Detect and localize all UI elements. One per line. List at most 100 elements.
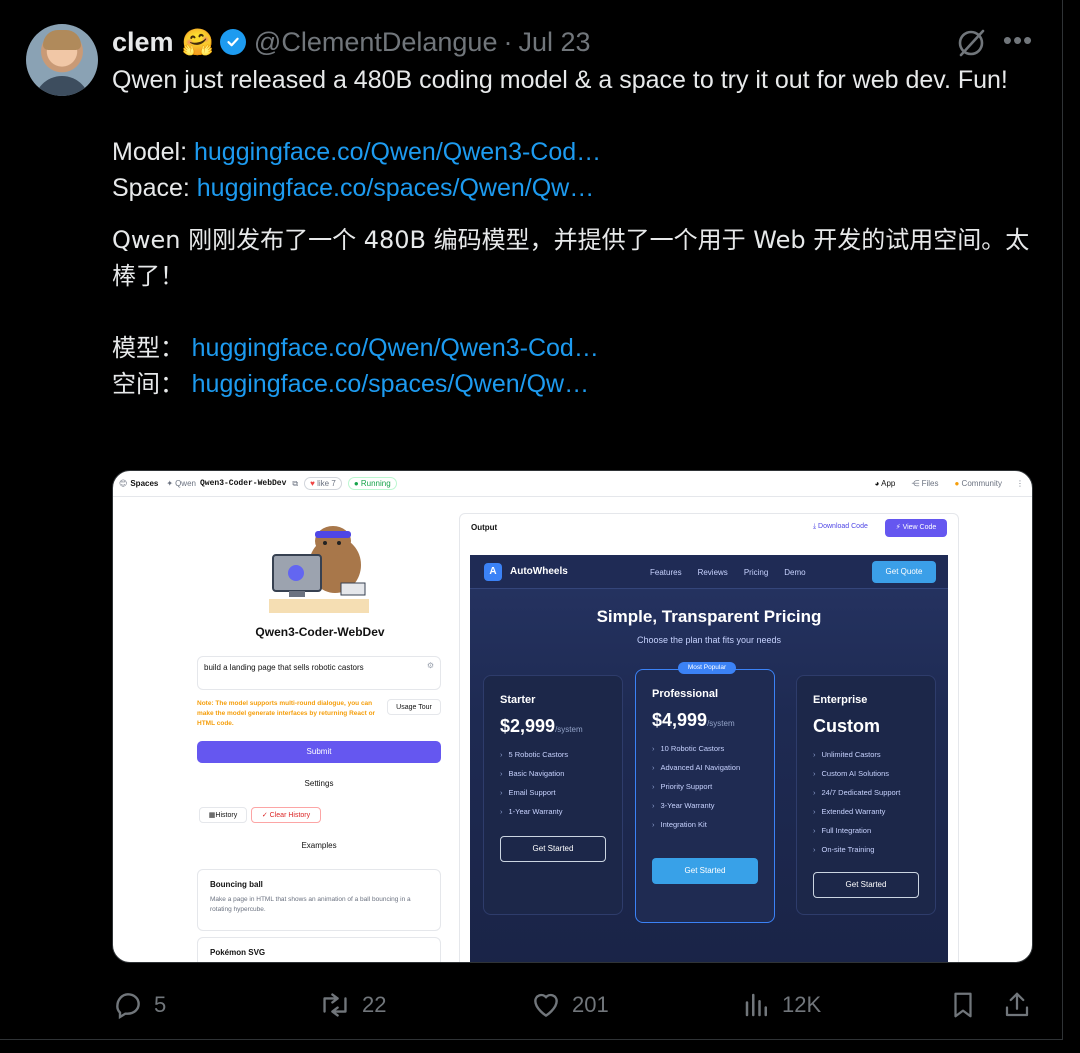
cn-space-link[interactable]: huggingface.co/spaces/Qwen/Qw… <box>192 370 589 398</box>
site-logo[interactable]: A <box>484 563 502 581</box>
repost-button[interactable]: 22 <box>318 985 386 1025</box>
reply-icon <box>116 993 140 1020</box>
plan-feature: 24/7 Dedicated Support <box>813 788 901 807</box>
examples-heading: Examples <box>301 841 337 850</box>
model-link[interactable]: huggingface.co/Qwen/Qwen3-Cod… <box>194 138 601 166</box>
avatar-hair <box>43 30 81 50</box>
cn-model-line: 模型： huggingface.co/Qwen/Qwen3-Cod… <box>112 330 1042 366</box>
org-name[interactable]: Qwen <box>175 479 196 488</box>
plan-name: Enterprise <box>813 694 868 706</box>
spaces-topbar: 😊 Spaces ✦ Qwen Qwen3-Coder-WebDev ⧉ ♥ l… <box>113 471 1032 497</box>
plan-feature: 10 Robotic Castors <box>652 744 740 763</box>
tweet-date[interactable]: Jul 23 <box>518 27 590 58</box>
cn-space-line: 空间： huggingface.co/spaces/Qwen/Qw… <box>112 366 1042 402</box>
menu-icon[interactable]: ⋮ <box>1016 479 1024 488</box>
plan-price-unit: /system <box>555 725 583 734</box>
plan-name: Professional <box>652 688 719 700</box>
usage-tour-button[interactable]: Usage Tour <box>387 699 441 715</box>
view-code-button[interactable]: ⚡ View Code <box>885 519 947 537</box>
space-link[interactable]: huggingface.co/spaces/Qwen/Qw… <box>197 174 594 202</box>
example-card[interactable]: Pokémon SVG <box>197 937 441 962</box>
space-title: Qwen3-Coder-WebDev <box>255 625 385 639</box>
app-icon: ◕ <box>874 479 880 488</box>
tab-community[interactable]: ● Community <box>954 479 1002 488</box>
get-quote-button[interactable]: Get Quote <box>872 561 936 583</box>
share-button[interactable] <box>1002 985 1032 1025</box>
plan-feature: 5 Robotic Castors <box>500 750 569 769</box>
example-title: Pokémon SVG <box>210 948 266 957</box>
plan-feature: Advanced AI Navigation <box>652 763 741 782</box>
site-nav-reviews[interactable]: Reviews <box>698 568 728 577</box>
history-label: History <box>215 812 238 819</box>
prompt-input[interactable]: build a landing page that sells robotic … <box>197 656 441 690</box>
plan-features: 5 Robotic Castors Basic Navigation Email… <box>500 750 569 826</box>
author-name[interactable]: clem <box>112 27 174 58</box>
plan-features: 10 Robotic Castors Advanced AI Navigatio… <box>652 744 741 839</box>
grok-icon[interactable] <box>954 26 988 60</box>
like-count: 201 <box>572 992 609 1017</box>
author-handle[interactable]: @ClementDelangue <box>254 27 498 58</box>
cn-model-link[interactable]: huggingface.co/Qwen/Qwen3-Cod… <box>192 334 599 362</box>
settings-gear-icon[interactable]: ⚙ <box>427 661 434 670</box>
history-button[interactable]: ▦History <box>199 807 247 823</box>
views-button[interactable]: 12K <box>742 985 821 1025</box>
most-popular-badge: Most Popular <box>678 662 736 674</box>
tab-app-label: App <box>881 479 896 488</box>
tab-files[interactable]: ⋲ Files <box>911 479 938 488</box>
get-started-button[interactable]: Get Started <box>500 836 606 862</box>
tweet: clem 🤗 @ClementDelangue · Jul 23 ••• Qwe… <box>0 0 1063 1040</box>
plan-card-starter: Starter $2,999/system 5 Robotic Castors … <box>483 675 623 915</box>
like-button[interactable]: ♥ like 7 <box>304 477 342 490</box>
tab-community-label: Community <box>961 479 1002 488</box>
tab-app[interactable]: ◕ App <box>874 479 895 488</box>
cn-model-label: 模型： <box>112 334 192 362</box>
broom-icon: ✓ <box>261 812 270 819</box>
example-title: Bouncing ball <box>210 880 263 889</box>
site-navbar: A AutoWheels Features Reviews Pricing De… <box>470 555 948 589</box>
site-nav-pricing[interactable]: Pricing <box>744 568 768 577</box>
share-icon <box>1005 992 1029 1017</box>
running-badge: ● Running <box>347 477 397 490</box>
get-started-button[interactable]: Get Started <box>652 858 758 884</box>
attached-screenshot[interactable]: 😊 Spaces ✦ Qwen Qwen3-Coder-WebDev ⧉ ♥ l… <box>112 470 1033 963</box>
repost-count: 22 <box>362 992 387 1017</box>
repost-icon <box>323 993 347 1017</box>
reply-button[interactable]: 5 <box>112 985 166 1025</box>
more-options-icon[interactable]: ••• <box>1002 26 1034 58</box>
files-icon: ⋲ <box>911 479 920 488</box>
hugging-face-emoji: 🤗 <box>181 26 214 57</box>
get-started-button[interactable]: Get Started <box>813 872 919 898</box>
like-button[interactable]: 201 <box>530 985 609 1025</box>
submit-button[interactable]: Submit <box>197 741 441 763</box>
avatar[interactable] <box>26 24 98 96</box>
site-brand[interactable]: AutoWheels <box>510 566 568 577</box>
site-nav-demo[interactable]: Demo <box>784 568 805 577</box>
output-label: Output <box>471 523 498 532</box>
tab-files-label: Files <box>921 479 939 488</box>
generated-site-preview: A AutoWheels Features Reviews Pricing De… <box>470 555 948 962</box>
view-code-label: View Code <box>902 524 937 531</box>
tweet-line-en: Qwen just released a 480B coding model &… <box>112 66 1008 94</box>
prompt-text: build a landing page that sells robotic … <box>204 663 364 672</box>
download-label: Download Code <box>818 523 868 530</box>
bookmark-button[interactable] <box>948 985 978 1025</box>
plan-price: $2,999/system <box>500 716 583 737</box>
plan-card-professional: Most Popular Professional $4,999/system … <box>635 662 775 923</box>
avatar-shirt <box>34 76 90 96</box>
copy-icon[interactable]: ⧉ <box>292 479 298 489</box>
site-nav-links: Features Reviews Pricing Demo <box>650 568 806 577</box>
plan-feature: Integration Kit <box>652 820 740 839</box>
plan-price-value: $2,999 <box>500 716 556 736</box>
plan-feature: Full Integration <box>813 826 900 845</box>
spaces-label[interactable]: Spaces <box>130 479 158 488</box>
site-nav-features[interactable]: Features <box>650 568 682 577</box>
download-code-button[interactable]: ⤓ Download Code <box>813 523 868 531</box>
settings-heading: Settings <box>304 779 334 788</box>
plan-feature: 1-Year Warranty <box>500 807 568 826</box>
tweet-line-cn: Qwen 刚刚发布了一个 480B 编码模型，并提供了一个用于 Web 开发的试… <box>112 226 1030 290</box>
plan-feature: On-site Training <box>813 845 900 864</box>
example-card[interactable]: Bouncing ball Make a page in HTML that s… <box>197 869 441 931</box>
repo-name[interactable]: Qwen3-Coder-WebDev <box>200 479 286 488</box>
clear-history-button[interactable]: ✓ Clear History <box>251 807 321 823</box>
plan-price: $4,999/system <box>652 710 735 731</box>
